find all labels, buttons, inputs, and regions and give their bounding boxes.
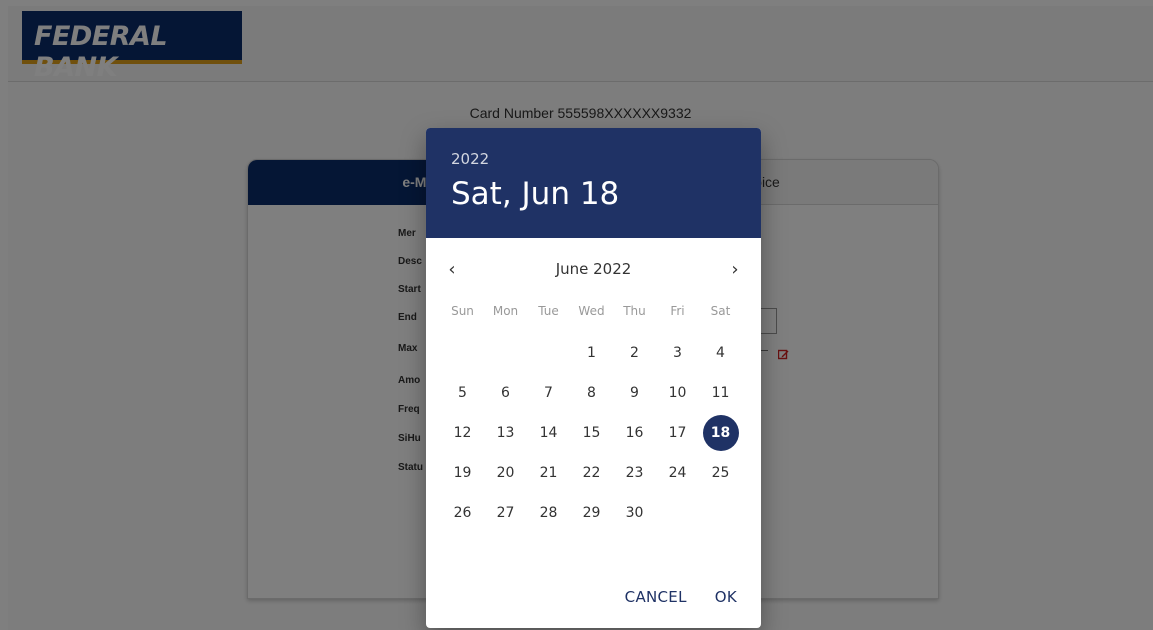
day-number: 15 xyxy=(582,425,601,441)
day-cell[interactable]: 11 xyxy=(699,373,742,413)
ok-button[interactable]: OK xyxy=(715,588,737,606)
day-cell[interactable]: 21 xyxy=(527,453,570,493)
day-number: 7 xyxy=(544,385,553,401)
day-number: 29 xyxy=(582,505,601,521)
day-cell[interactable]: 15 xyxy=(570,413,613,453)
year-selector[interactable]: 2022 xyxy=(451,150,489,168)
weekday-label: Thu xyxy=(623,304,646,318)
weekday-label: Mon xyxy=(492,304,519,318)
day-cell[interactable]: 23 xyxy=(613,453,656,493)
day-cell[interactable]: 13 xyxy=(484,413,527,453)
day-number: 9 xyxy=(630,385,639,401)
day-number: 18 xyxy=(702,415,739,451)
next-month-button[interactable]: › xyxy=(723,258,747,282)
selected-date-label: Sat, Jun 18 xyxy=(451,176,620,212)
empty-day-cell xyxy=(484,333,527,373)
day-number: 17 xyxy=(668,425,687,441)
dialog-actions: CANCEL OK xyxy=(625,588,737,606)
day-number: 3 xyxy=(673,345,682,361)
calendar-days-grid: 1 2 3 4 5 6 7 8 9 10 11 12 13 14 15 16 17 18 19 20 21 22 23 24 2… xyxy=(441,333,746,533)
day-cell[interactable]: 16 xyxy=(613,413,656,453)
cancel-button[interactable]: CANCEL xyxy=(625,588,687,606)
month-label: June 2022 xyxy=(555,260,632,278)
day-number: 22 xyxy=(582,465,601,481)
day-cell[interactable]: 20 xyxy=(484,453,527,493)
day-cell[interactable]: 4 xyxy=(699,333,742,373)
day-cell[interactable]: 27 xyxy=(484,493,527,533)
day-number: 24 xyxy=(668,465,687,481)
day-number: 8 xyxy=(587,385,596,401)
day-number: 28 xyxy=(539,505,558,521)
day-cell[interactable]: 10 xyxy=(656,373,699,413)
day-number: 11 xyxy=(711,385,730,401)
empty-day-cell xyxy=(441,333,484,373)
day-cell[interactable]: 9 xyxy=(613,373,656,413)
day-cell[interactable]: 17 xyxy=(656,413,699,453)
day-cell[interactable]: 5 xyxy=(441,373,484,413)
day-cell[interactable]: 2 xyxy=(613,333,656,373)
day-cell[interactable]: 28 xyxy=(527,493,570,533)
day-cell[interactable]: 25 xyxy=(699,453,742,493)
weekday-label: Wed xyxy=(578,304,605,318)
day-cell[interactable]: 26 xyxy=(441,493,484,533)
day-cell[interactable]: 12 xyxy=(441,413,484,453)
day-number: 12 xyxy=(453,425,472,441)
day-number: 10 xyxy=(668,385,687,401)
day-number: 14 xyxy=(539,425,558,441)
day-cell[interactable]: 1 xyxy=(570,333,613,373)
day-number: 21 xyxy=(539,465,558,481)
weekday-label: Sat xyxy=(710,304,731,318)
day-cell[interactable]: 24 xyxy=(656,453,699,493)
day-number: 23 xyxy=(625,465,644,481)
day-cell[interactable]: 8 xyxy=(570,373,613,413)
day-cell[interactable]: 29 xyxy=(570,493,613,533)
day-number: 2 xyxy=(630,345,639,361)
day-cell[interactable]: 6 xyxy=(484,373,527,413)
date-picker-dialog: 2022 Sat, Jun 18 ‹ June 2022 › Sun Mon Tue… xyxy=(426,128,761,628)
day-number: 19 xyxy=(453,465,472,481)
day-number: 26 xyxy=(453,505,472,521)
selected-day-cell[interactable]: 18 xyxy=(699,413,742,453)
weekday-header-row: Sun Mon Tue Wed Thu Fri Sat xyxy=(441,304,746,324)
day-number: 30 xyxy=(625,505,644,521)
day-cell[interactable]: 3 xyxy=(656,333,699,373)
day-number: 6 xyxy=(501,385,510,401)
day-cell[interactable]: 7 xyxy=(527,373,570,413)
day-number: 5 xyxy=(458,385,467,401)
day-cell[interactable]: 14 xyxy=(527,413,570,453)
day-number: 20 xyxy=(496,465,515,481)
day-number: 4 xyxy=(716,345,725,361)
day-number: 16 xyxy=(625,425,644,441)
weekday-label: Fri xyxy=(670,304,685,318)
day-number: 1 xyxy=(587,345,596,361)
day-number: 13 xyxy=(496,425,515,441)
day-number: 27 xyxy=(496,505,515,521)
date-picker-header: 2022 Sat, Jun 18 xyxy=(426,128,761,238)
weekday-label: Tue xyxy=(538,304,559,318)
day-cell[interactable]: 19 xyxy=(441,453,484,493)
day-cell[interactable]: 22 xyxy=(570,453,613,493)
day-number: 25 xyxy=(711,465,730,481)
empty-day-cell xyxy=(527,333,570,373)
day-cell[interactable]: 30 xyxy=(613,493,656,533)
weekday-label: Sun xyxy=(451,304,474,318)
